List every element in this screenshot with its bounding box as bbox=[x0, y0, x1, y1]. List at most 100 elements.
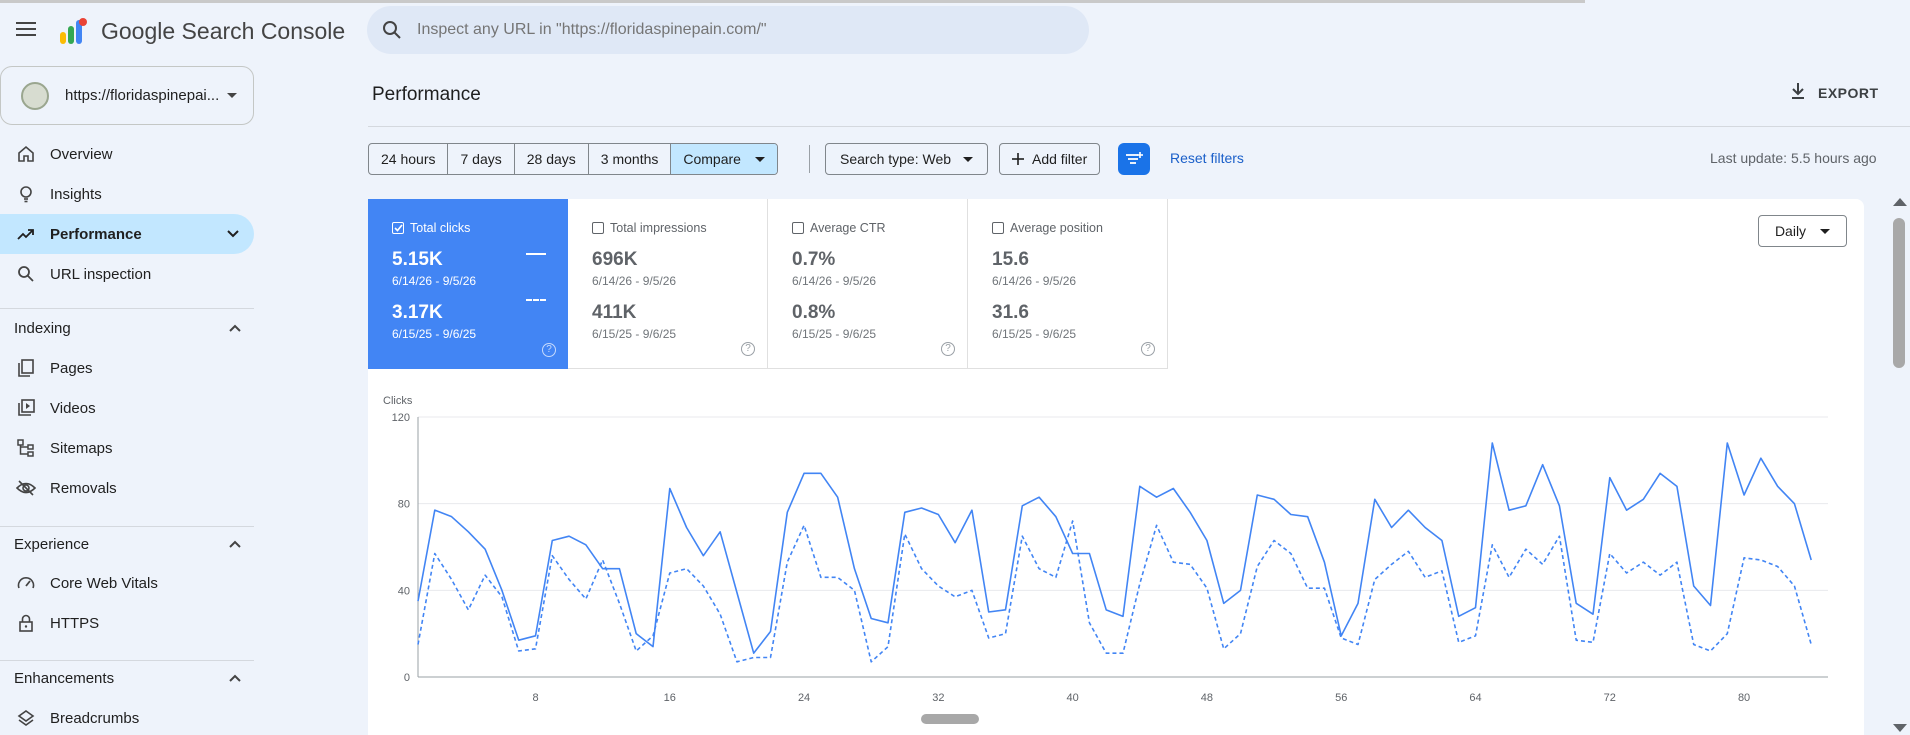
sidebar-item-label: Core Web Vitals bbox=[50, 574, 158, 592]
visibility-off-icon bbox=[16, 478, 36, 498]
help-icon[interactable]: ? bbox=[1141, 342, 1155, 356]
sidebar-item-label: Performance bbox=[50, 225, 142, 243]
granularity-label: Daily bbox=[1774, 223, 1807, 239]
sidebar-item-label: HTTPS bbox=[50, 614, 100, 632]
title-divider bbox=[368, 126, 1910, 127]
x-tick-label: 48 bbox=[1201, 692, 1213, 704]
metric-range-current: 6/14/26 - 9/5/26 bbox=[792, 274, 877, 288]
metric-value-current: 696K bbox=[592, 249, 638, 270]
main-menu-icon[interactable] bbox=[14, 18, 38, 42]
sidebar-item-core-web-vitals[interactable]: Core Web Vitals bbox=[0, 563, 254, 603]
trending-up-icon bbox=[16, 224, 36, 244]
filter-list-icon bbox=[1125, 151, 1143, 167]
checkbox-icon[interactable] bbox=[992, 222, 1004, 234]
sidebar-item-label: Removals bbox=[50, 479, 117, 497]
sidebar-item-url-inspection[interactable]: URL inspection bbox=[0, 254, 254, 294]
property-label: https://floridaspinepai... bbox=[65, 87, 220, 104]
url-inspect-search[interactable] bbox=[367, 6, 1089, 54]
page-scroll-thumb[interactable] bbox=[1893, 218, 1905, 368]
export-button[interactable]: EXPORT bbox=[1790, 82, 1879, 103]
last-update-text: Last update: 5.5 hours ago bbox=[1710, 150, 1877, 166]
y-axis-label: Clicks bbox=[383, 395, 413, 407]
checkbox-checked-icon[interactable] bbox=[392, 222, 404, 234]
series-line-current-period bbox=[417, 442, 1812, 654]
metric-label: Total clicks bbox=[410, 221, 471, 235]
sidebar-item-videos[interactable]: Videos bbox=[0, 388, 254, 428]
x-tick-label: 80 bbox=[1738, 692, 1750, 704]
granularity-select[interactable]: Daily bbox=[1758, 215, 1847, 247]
add-filter-label: Add filter bbox=[1032, 151, 1088, 167]
pages-icon bbox=[16, 358, 36, 378]
y-tick-label: 0 bbox=[404, 672, 410, 684]
metric-average-position[interactable]: Average position 15.6 6/14/26 - 9/5/26 3… bbox=[968, 199, 1168, 369]
search-type-button[interactable]: Search type: Web bbox=[825, 143, 989, 175]
range-3-months[interactable]: 3 months bbox=[589, 144, 672, 174]
sidebar-item-removals[interactable]: Removals bbox=[0, 468, 254, 508]
filter-settings-button[interactable] bbox=[1118, 143, 1150, 175]
range-7-days[interactable]: 7 days bbox=[448, 144, 515, 174]
help-icon[interactable]: ? bbox=[741, 342, 755, 356]
metric-range-previous: 6/15/25 - 9/6/25 bbox=[392, 327, 477, 341]
caret-down-icon bbox=[227, 93, 238, 98]
sidebar-item-https[interactable]: HTTPS bbox=[0, 603, 254, 643]
reset-filters-link[interactable]: Reset filters bbox=[1170, 150, 1244, 166]
metric-total-impressions[interactable]: Total impressions 696K 6/14/26 - 9/5/26 … bbox=[568, 199, 768, 369]
caret-down-icon bbox=[1820, 228, 1831, 234]
x-tick-label: 40 bbox=[1067, 692, 1079, 704]
chart-horizontal-scroll-thumb[interactable] bbox=[921, 714, 979, 724]
metric-total-clicks[interactable]: Total clicks 5.15K 6/14/26 - 9/5/26 3.17… bbox=[368, 199, 568, 369]
page-title: Performance bbox=[372, 84, 481, 105]
sidebar-item-label: Sitemaps bbox=[50, 439, 113, 457]
help-icon[interactable]: ? bbox=[542, 343, 556, 357]
layers-icon bbox=[16, 708, 36, 728]
search-input[interactable] bbox=[417, 21, 1057, 39]
caret-down-icon bbox=[754, 156, 765, 162]
chevron-down-icon bbox=[226, 226, 240, 243]
checkbox-icon[interactable] bbox=[792, 222, 804, 234]
sidebar-item-breadcrumbs[interactable]: Breadcrumbs bbox=[0, 698, 254, 735]
section-experience[interactable]: Experience bbox=[0, 526, 254, 562]
section-indexing[interactable]: Indexing bbox=[0, 310, 254, 346]
search-console-logo bbox=[56, 16, 92, 46]
section-enhancements[interactable]: Enhancements bbox=[0, 660, 254, 696]
caret-down-icon bbox=[963, 156, 974, 162]
lock-icon bbox=[16, 613, 36, 633]
sidebar-item-label: URL inspection bbox=[50, 265, 152, 283]
sidebar-item-performance[interactable]: Performance bbox=[0, 214, 254, 254]
scroll-down-arrow-icon[interactable] bbox=[1893, 724, 1907, 732]
scroll-up-arrow-icon[interactable] bbox=[1893, 198, 1907, 206]
property-selector[interactable]: https://floridaspinepai... bbox=[0, 66, 254, 125]
metric-range-previous: 6/15/25 - 9/6/25 bbox=[592, 327, 677, 341]
add-filter-button[interactable]: Add filter bbox=[999, 143, 1101, 175]
top-border bbox=[0, 0, 1585, 3]
x-tick-label: 72 bbox=[1604, 692, 1616, 704]
lightbulb-icon bbox=[16, 184, 36, 204]
metric-label: Average CTR bbox=[810, 221, 886, 235]
section-label: Experience bbox=[14, 535, 90, 553]
range-compare[interactable]: Compare bbox=[671, 144, 777, 174]
help-icon[interactable]: ? bbox=[941, 342, 955, 356]
compare-label: Compare bbox=[683, 151, 741, 167]
speed-gauge-icon bbox=[16, 573, 36, 593]
sidebar-item-sitemaps[interactable]: Sitemaps bbox=[0, 428, 254, 468]
checkbox-icon[interactable] bbox=[592, 222, 604, 234]
x-tick-label: 16 bbox=[664, 692, 676, 704]
metric-range-current: 6/14/26 - 9/5/26 bbox=[392, 274, 477, 288]
section-label: Enhancements bbox=[14, 669, 115, 687]
x-tick-label: 64 bbox=[1469, 692, 1481, 704]
metric-label: Total impressions bbox=[610, 221, 707, 235]
video-library-icon bbox=[16, 398, 36, 418]
sidebar-item-insights[interactable]: Insights bbox=[0, 174, 254, 214]
x-tick-label: 24 bbox=[798, 692, 810, 704]
plus-icon bbox=[1012, 153, 1024, 165]
range-24-hours[interactable]: 24 hours bbox=[369, 144, 449, 174]
metric-value-previous: 3.17K bbox=[392, 302, 443, 323]
sidebar-item-label: Insights bbox=[50, 185, 102, 203]
search-type-label: Search type: Web bbox=[840, 151, 952, 167]
app-title: Google Search Console bbox=[101, 18, 346, 44]
sidebar-item-pages[interactable]: Pages bbox=[0, 348, 254, 388]
y-tick-label: 40 bbox=[398, 585, 410, 597]
metric-average-ctr[interactable]: Average CTR 0.7% 6/14/26 - 9/5/26 0.8% 6… bbox=[768, 199, 968, 369]
sidebar-item-overview[interactable]: Overview bbox=[0, 134, 254, 174]
range-28-days[interactable]: 28 days bbox=[515, 144, 589, 174]
